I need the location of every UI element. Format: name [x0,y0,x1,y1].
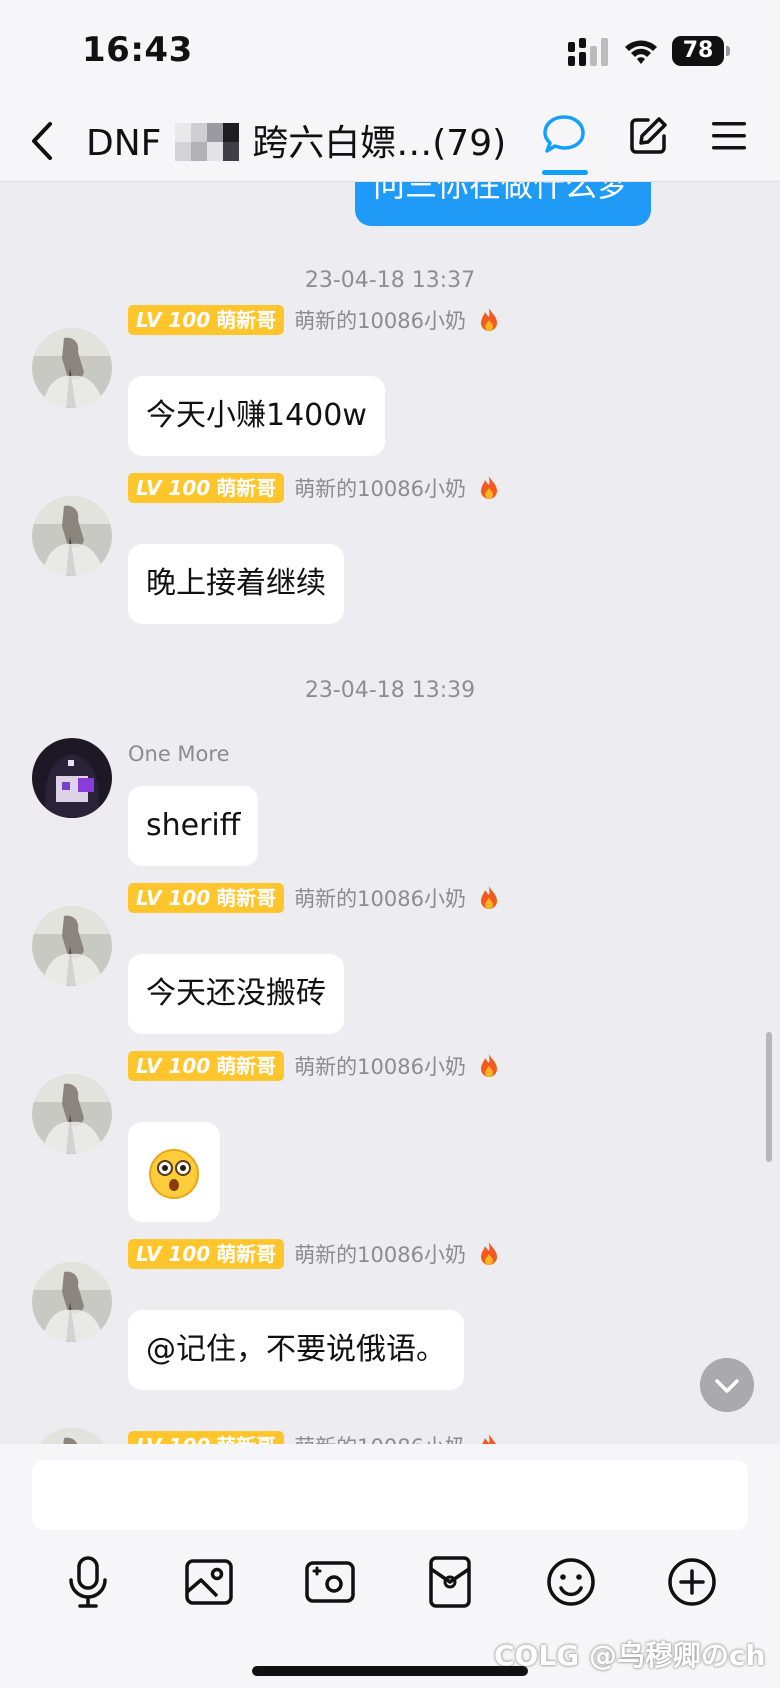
level-badge: LV 100萌新哥 [128,1051,285,1081]
message-bubble[interactable]: @记住，不要说俄语。 [128,1310,464,1390]
fire-icon [481,476,497,499]
message-bubble[interactable] [128,1122,220,1222]
sender-name: 萌新的10086小奶 [294,887,466,911]
level-badge: LV 100萌新哥 [128,1239,285,1269]
level-badge: LV 100萌新哥 [128,473,285,503]
home-indicator[interactable] [252,1666,528,1676]
avatar[interactable] [32,496,112,576]
sender-name: 萌新的10086小奶 [294,477,466,501]
sender-meta: LV 100萌新哥 萌新的10086小奶 [128,472,500,504]
battery-icon: 78 [672,36,730,66]
red-packet-icon[interactable] [420,1552,480,1612]
plus-icon[interactable] [662,1552,722,1612]
microphone-icon[interactable] [58,1552,118,1612]
sender-meta: LV 100萌新哥 萌新的10086小奶 [128,1238,500,1270]
group-title-prefix: DNF [86,123,162,164]
chat-bubble-icon[interactable] [542,114,586,156]
message-timestamp: 23-04-18 13:39 [304,678,476,703]
cellular-signal-icon [568,38,608,66]
message-bubble[interactable]: 晚上接着继续 [128,544,344,624]
sender-meta: LV 100萌新哥 萌新的10086小奶 [128,1430,500,1444]
outgoing-message-bubble[interactable]: 问三你在做什么梦 [355,182,651,226]
avatar[interactable] [32,328,112,408]
input-area: COLG @乌穆卿のch [0,1444,780,1688]
active-tab-indicator [542,170,588,175]
group-title[interactable]: DNF 跨六白嫖…(79) [86,114,506,166]
fire-icon [481,1054,497,1077]
fire-icon [481,886,497,909]
sender-name: 萌新的10086小奶 [294,1431,466,1444]
avatar[interactable] [32,1074,112,1154]
level-badge: LV 100萌新哥 [128,883,285,913]
message-bubble[interactable]: 今天还没搬砖 [128,954,344,1034]
menu-icon[interactable] [712,120,746,152]
scroll-to-bottom-button[interactable] [700,1358,754,1412]
sender-name: 萌新的10086小奶 [294,1243,466,1267]
nav-bar: DNF 跨六白嫖…(79) [0,100,780,182]
message-bubble[interactable]: 今天小赚1400w [128,376,385,456]
emoji-icon[interactable] [541,1552,601,1612]
wifi-icon [625,40,657,64]
fire-icon [481,308,497,331]
level-badge: LV 100萌新哥 [128,1431,285,1444]
fire-icon [482,1434,496,1444]
group-title-suffix: 跨六白嫖…(79) [252,123,507,164]
back-icon[interactable] [26,118,58,164]
camera-icon[interactable] [300,1552,360,1612]
watermark: COLG @乌穆卿のch [494,1639,766,1672]
sender-meta: LV 100萌新哥 萌新的10086小奶 [128,882,500,914]
battery-level: 78 [682,38,714,63]
image-icon[interactable] [179,1552,239,1612]
message-bubble[interactable]: sheriff [128,786,259,866]
level-badge: LV 100萌新哥 [128,305,285,335]
astonished-emoji-icon [149,1149,199,1199]
sender-name: 萌新的10086小奶 [294,309,466,333]
sender-meta: LV 100萌新哥 萌新的10086小奶 [128,1050,500,1082]
sender-meta: One More [128,738,230,770]
sender-name: 萌新的10086小奶 [294,1055,466,1079]
message-input[interactable] [32,1460,748,1530]
scrollbar[interactable] [766,1032,772,1162]
sender-name: One More [128,742,230,766]
fire-icon [481,1242,497,1265]
edit-icon[interactable] [628,116,668,156]
avatar[interactable] [32,1262,112,1342]
message-timestamp: 23-04-18 13:37 [304,268,476,293]
avatar[interactable] [32,906,112,986]
sender-meta: LV 100萌新哥 萌新的10086小奶 [128,304,500,336]
chat-area[interactable]: 问三你在做什么梦 23-04-18 13:37 LV 100 萌新哥 萌新的100… [0,182,780,1444]
status-time: 16:43 [82,30,193,70]
censor-mosaic [174,123,239,161]
avatar[interactable] [32,738,112,818]
status-bar: 16:43 78 [0,0,780,100]
avatar[interactable] [32,1428,112,1444]
